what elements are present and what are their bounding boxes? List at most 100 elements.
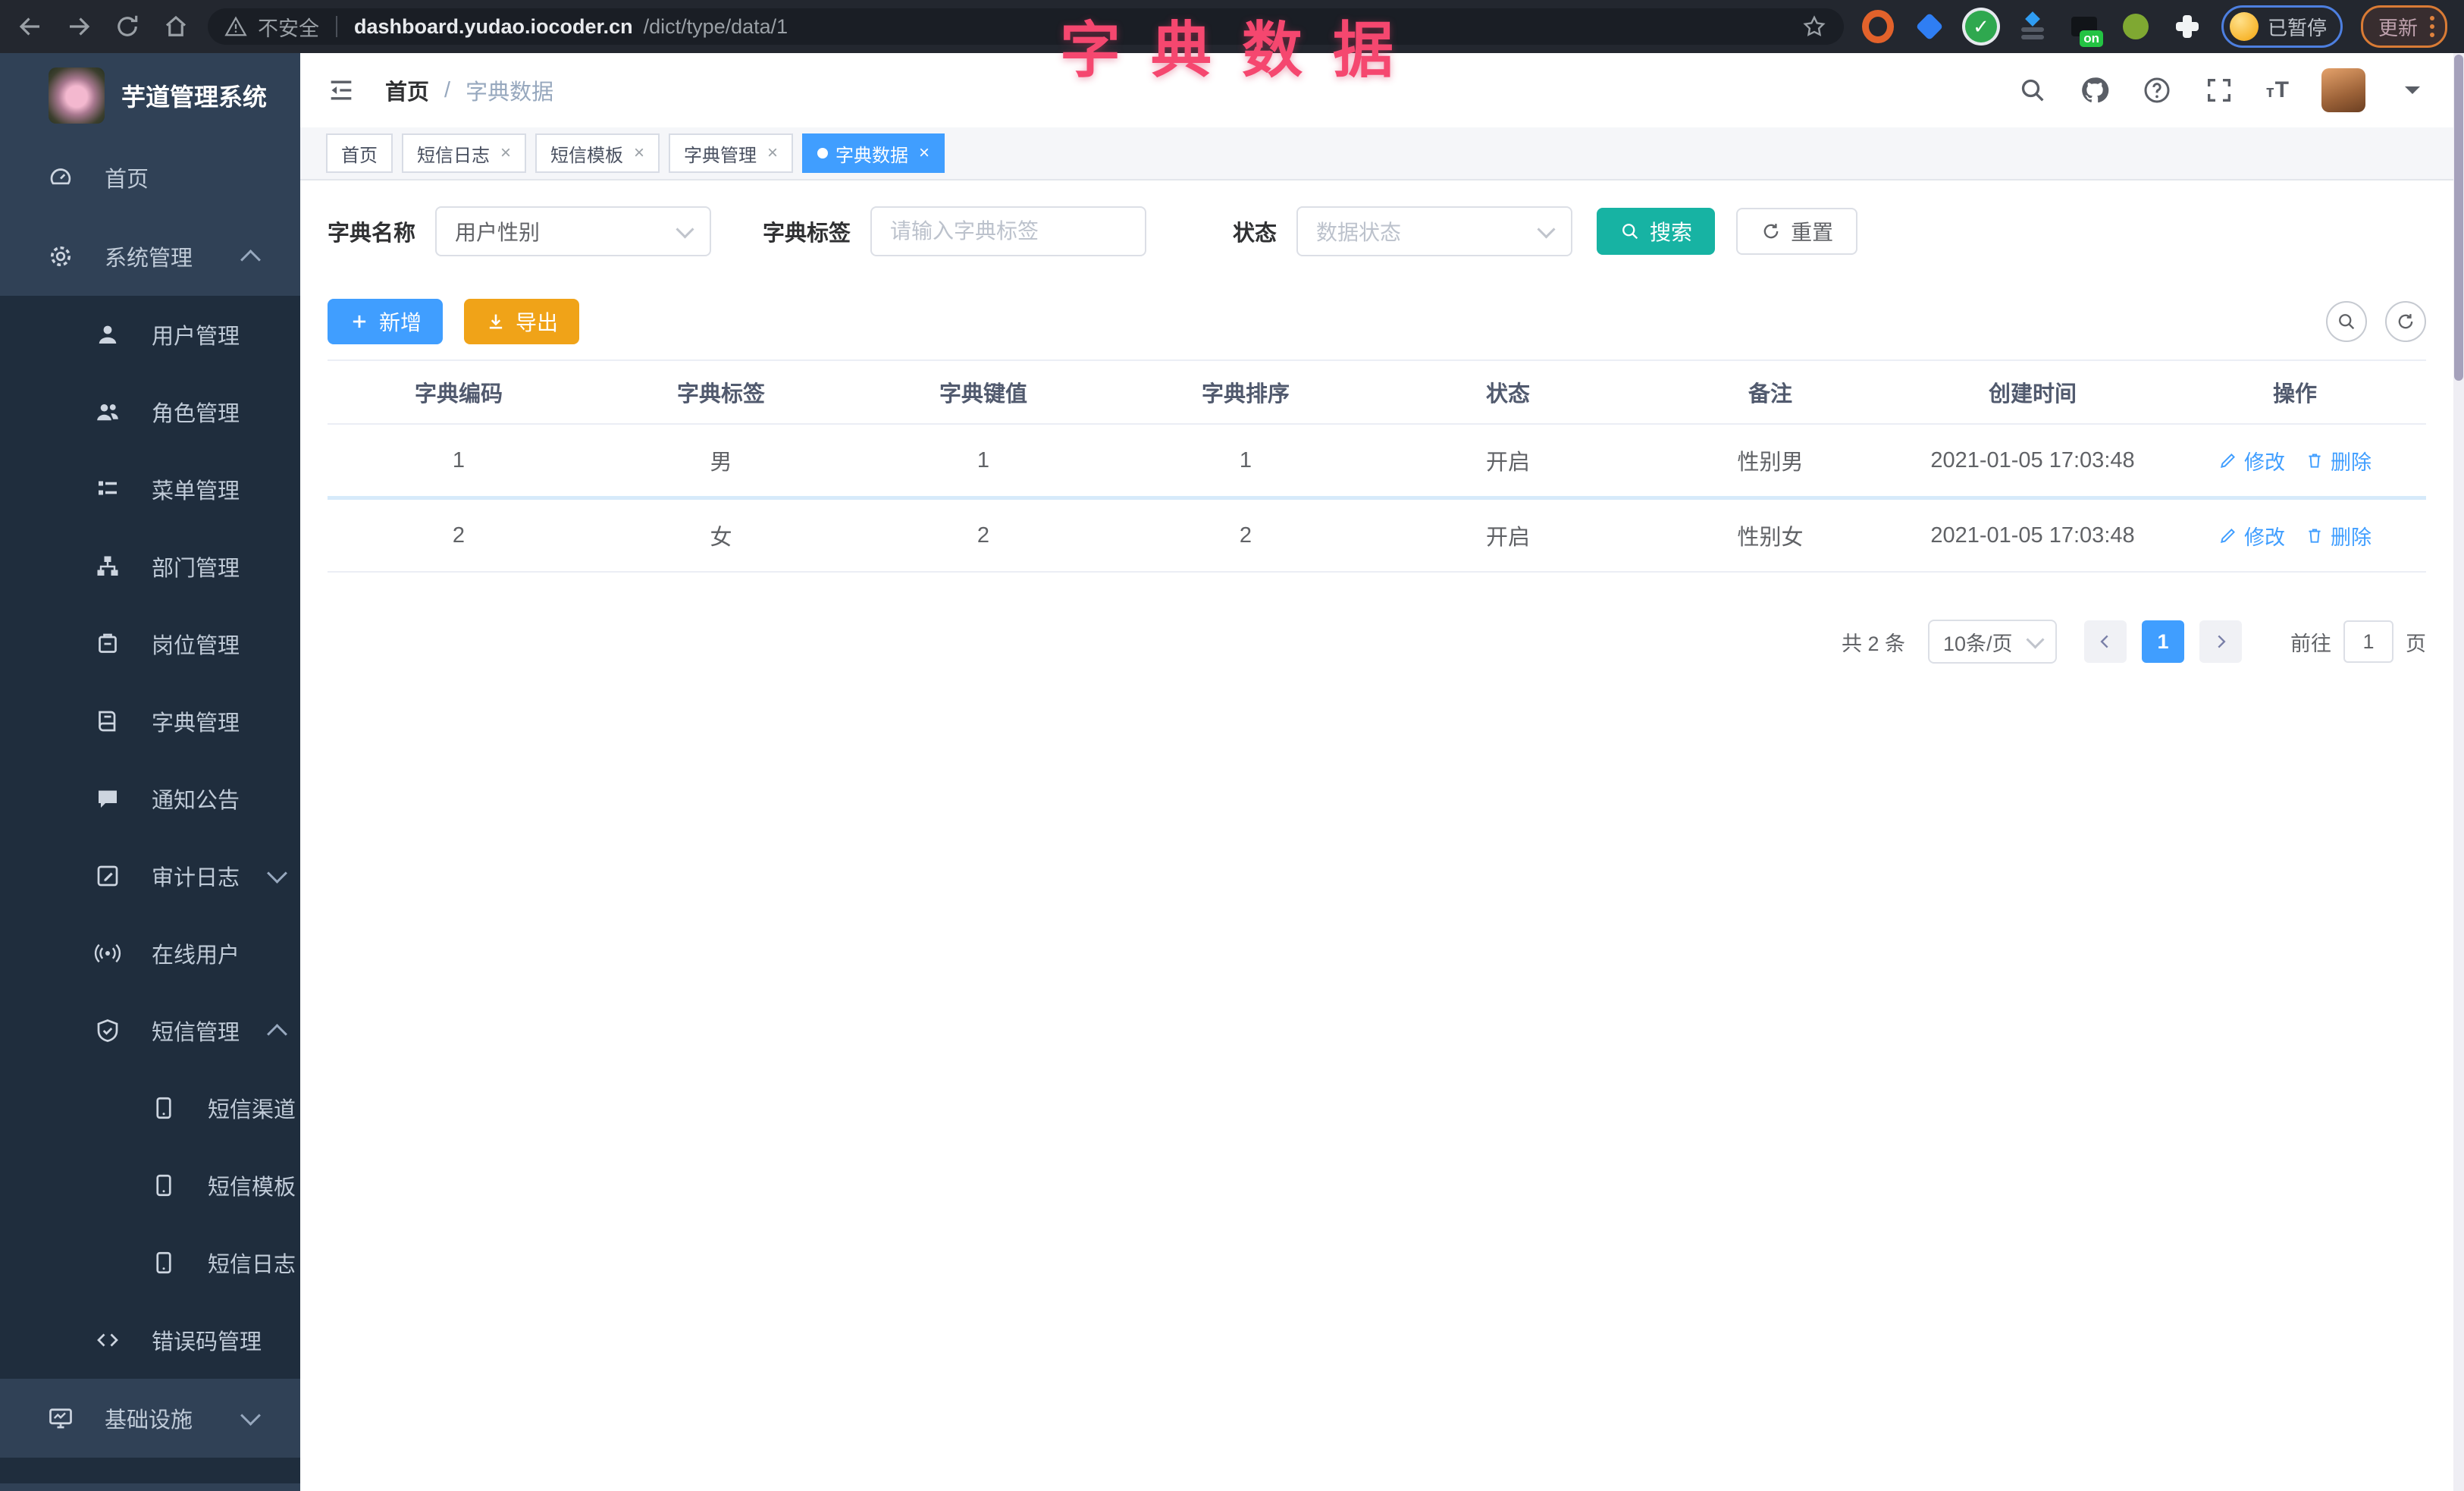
next-page-button[interactable] [2199,620,2242,663]
sidebar-item-infrastructure[interactable]: 基础设施 [0,1379,300,1458]
sidebar-item-label: 系统管理 [105,246,193,271]
sidebar-item-sms-log[interactable]: 短信日志 [0,1224,300,1301]
extension-check-icon[interactable]: ✓ [1964,11,1997,42]
breadcrumb: 首页 / 字典数据 [385,74,553,106]
edit-link[interactable]: 修改 [2218,521,2285,551]
extension-on-icon[interactable]: on [2068,11,2103,47]
avatar[interactable] [2321,68,2365,112]
tab-dict-data[interactable]: 字典数据 × [802,133,945,173]
tab-home[interactable]: 首页 [326,133,393,173]
sidebar-item-notice[interactable]: 通知公告 [0,760,300,837]
reload-icon[interactable] [114,13,141,40]
caret-down-icon[interactable] [2397,75,2428,105]
url-path: /dict/type/data/1 [643,14,788,38]
hamburger-icon[interactable] [326,75,356,105]
app-logo-row[interactable]: 芋道管理系统 [0,53,300,138]
sidebar-item-system[interactable]: 系统管理 [0,217,300,296]
scrollbar[interactable] [2453,53,2464,1491]
sidebar-item-sms-channel[interactable]: 短信渠道 [0,1069,300,1147]
dashboard-icon [47,164,74,191]
sidebar-item-dict[interactable]: 字典管理 [0,683,300,760]
chevron-up-icon [267,1023,287,1044]
sidebar-item-home[interactable]: 首页 [0,138,300,217]
sidebar-item-audit-log[interactable]: 审计日志 [0,837,300,915]
close-icon[interactable]: × [767,143,778,164]
sidebar-item-roles[interactable]: 角色管理 [0,373,300,450]
plus-icon [349,311,370,332]
sidebar-filler [0,1458,300,1483]
font-size-icon[interactable]: тT [2266,77,2290,103]
sidebar-item-users[interactable]: 用户管理 [0,296,300,373]
breadcrumb-home[interactable]: 首页 [385,74,429,106]
toggle-search-button[interactable] [2326,301,2367,342]
home-icon[interactable] [162,13,190,40]
browser-nav-buttons [17,13,190,40]
delete-link[interactable]: 删除 [2305,446,2372,476]
sidebar-item-posts[interactable]: 岗位管理 [0,605,300,683]
not-secure-warning-icon[interactable] [224,15,247,38]
browser-menu-icon[interactable] [2430,16,2434,37]
back-icon[interactable] [17,13,44,40]
refresh-table-button[interactable] [2385,301,2426,342]
address-bar[interactable]: 不安全 dashboard.yudao.iocoder.cn /dict/typ… [208,8,1844,45]
sidebar-item-sms-template[interactable]: 短信模板 [0,1147,300,1224]
edit-link[interactable]: 修改 [2218,446,2285,476]
search-icon[interactable] [2017,75,2048,105]
page-size-select[interactable]: 10条/页 [1928,620,2057,664]
tab-sms-log[interactable]: 短信日志 × [402,133,527,173]
close-icon[interactable]: × [500,143,511,164]
scrollbar-thumb[interactable] [2454,55,2463,381]
dict-label-input[interactable] [870,206,1147,256]
table-row[interactable]: 1 男 1 1 开启 性别男 2021-01-05 17:03:48 修改 删除 [328,425,2426,500]
fullscreen-icon[interactable] [2204,75,2234,105]
bookmark-star-icon[interactable] [1801,14,1827,39]
extension-puzzle-icon[interactable] [2171,11,2203,42]
dict-name-value: 用户性别 [455,221,541,244]
table-row[interactable]: 2 女 2 2 开启 性别女 2021-01-05 17:03:48 修改 删除 [328,500,2426,573]
menu-list-icon [94,476,121,503]
goto-page-input[interactable] [2343,620,2393,663]
add-button[interactable]: 新增 [328,299,444,344]
export-button[interactable]: 导出 [464,299,580,344]
extensions-row: ✓ on [1861,10,2203,47]
sidebar-item-label: 基础设施 [105,1408,193,1433]
reset-button-label: 重置 [1791,221,1834,244]
delete-link[interactable]: 删除 [2305,521,2372,551]
close-icon[interactable]: × [634,143,644,164]
extension-gem-icon[interactable] [1914,11,1945,42]
close-icon[interactable]: × [919,143,929,164]
on-badge: on [2080,30,2103,47]
extension-toggles-icon[interactable] [2017,11,2049,42]
sidebar-item-label: 短信管理 [152,1021,240,1045]
tab-dict-manage[interactable]: 字典管理 × [669,133,794,173]
gear-icon [47,243,74,270]
sidebar-item-online-users[interactable]: 在线用户 [0,915,300,992]
forward-icon[interactable] [65,13,92,40]
sidebar-item-departments[interactable]: 部门管理 [0,528,300,605]
cell-code: 2 [452,523,466,548]
users-icon [94,398,121,425]
sidebar-item-menus[interactable]: 菜单管理 [0,450,300,528]
page-number-button[interactable]: 1 [2142,620,2184,663]
github-icon[interactable] [2080,75,2110,105]
prev-page-button[interactable] [2084,620,2127,663]
sidebar-item-sms[interactable]: 短信管理 [0,992,300,1069]
chevron-left-icon [2096,632,2115,651]
sidebar-item-error-code[interactable]: 错误码管理 [0,1301,300,1379]
status-placeholder: 数据状态 [1316,221,1402,244]
extension-ring-icon[interactable] [1861,10,1894,43]
search-button[interactable]: 搜索 [1597,208,1716,255]
goto-label: 前往 [2290,632,2331,655]
reset-button[interactable]: 重置 [1736,208,1858,255]
search-button-label: 搜索 [1650,221,1693,244]
phone-icon [150,1172,177,1199]
help-icon[interactable] [2142,75,2172,105]
dict-label-label: 字典标签 [763,221,851,246]
tab-sms-template[interactable]: 短信模板 × [535,133,660,173]
extension-leaf-icon[interactable] [2120,11,2152,42]
browser-update-button[interactable]: 更新 [2360,5,2447,48]
status-select[interactable]: 数据状态 [1296,206,1573,256]
dict-name-select[interactable]: 用户性别 [435,206,712,256]
dict-name-label: 字典名称 [328,221,416,246]
profile-paused-badge[interactable]: 已暂停 [2221,5,2343,48]
